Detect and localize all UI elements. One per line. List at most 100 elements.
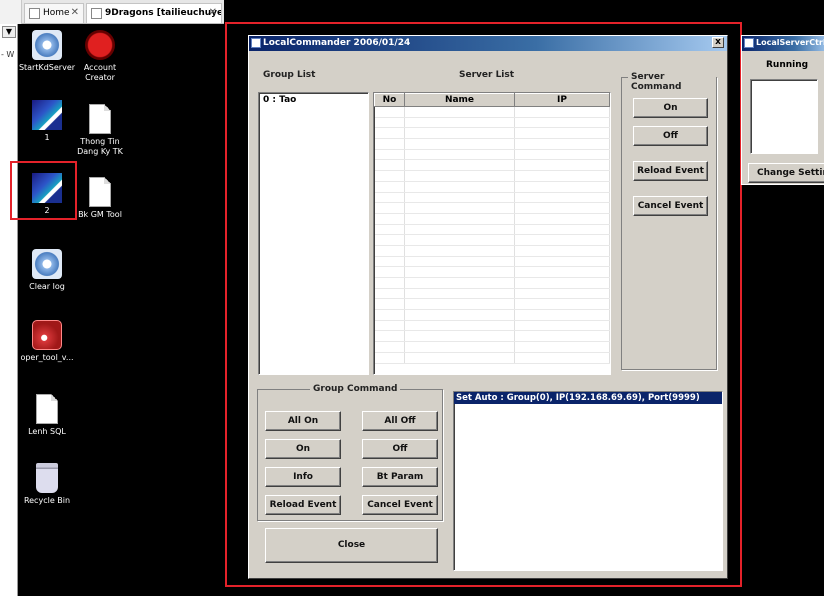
table-cell xyxy=(404,320,515,332)
table-row[interactable] xyxy=(374,277,610,289)
table-cell xyxy=(514,234,610,246)
column-header-name[interactable]: Name xyxy=(404,93,515,107)
desktop-icon-recycle-bin[interactable]: Recycle Bin xyxy=(16,463,78,506)
server-list-table[interactable]: No Name IP xyxy=(373,92,611,375)
all-on-button[interactable]: All On xyxy=(265,411,341,431)
table-row[interactable] xyxy=(374,320,610,332)
column-header-ip[interactable]: IP xyxy=(514,93,610,107)
desktop-icon-clear-log[interactable]: Clear log xyxy=(16,249,78,292)
log-line[interactable]: Set Auto : Group(0), IP(192.168.69.69), … xyxy=(454,392,722,404)
table-row[interactable] xyxy=(374,245,610,257)
table-row[interactable] xyxy=(374,170,610,182)
tab-home[interactable]: Home ✕ xyxy=(24,3,84,23)
close-icon[interactable]: x xyxy=(712,37,724,48)
all-off-button[interactable]: All Off xyxy=(362,411,438,431)
chevron-down-icon[interactable]: ▼ xyxy=(2,26,16,38)
table-row[interactable] xyxy=(374,298,610,311)
tab-9dragons[interactable]: 9Dragons [tailieuchuyen... ✕ xyxy=(86,3,222,23)
close-icon[interactable]: ✕ xyxy=(209,7,217,18)
app-icon xyxy=(251,38,261,48)
table-row[interactable] xyxy=(374,202,610,214)
server-off-button[interactable]: Off xyxy=(633,126,708,146)
close-button[interactable]: Close xyxy=(265,528,438,563)
table-cell xyxy=(404,213,515,225)
table-cell xyxy=(514,288,610,300)
server-reload-event-button[interactable]: Reload Event xyxy=(633,161,708,181)
table-cell xyxy=(514,127,610,140)
table-row[interactable] xyxy=(374,149,610,161)
table-cell xyxy=(404,181,515,193)
desktop-icon-lenh-sql[interactable]: Lenh SQL xyxy=(16,394,78,437)
table-cell xyxy=(514,181,610,193)
table-cell xyxy=(404,298,515,311)
table-cell xyxy=(374,159,405,172)
icon-highlight-box xyxy=(10,161,77,220)
table-cell xyxy=(374,181,405,193)
column-header-no[interactable]: No xyxy=(374,93,405,107)
table-cell xyxy=(374,127,405,140)
list-item[interactable]: 0 : Tao xyxy=(259,93,368,107)
server-cancel-event-button[interactable]: Cancel Event xyxy=(633,196,708,216)
table-cell xyxy=(404,117,515,129)
table-row[interactable] xyxy=(374,181,610,193)
group-list-label: Group List xyxy=(263,70,316,80)
document-icon xyxy=(89,177,111,207)
table-cell xyxy=(514,352,610,364)
table-cell xyxy=(404,309,515,321)
info-button[interactable]: Info xyxy=(265,467,341,487)
table-cell xyxy=(374,256,405,268)
desktop-icon-thong-tin[interactable]: Thong Tin Dang Ky TK xyxy=(69,104,131,157)
desktop-icon-oper-tool[interactable]: oper_tool_v... xyxy=(16,320,78,363)
table-row[interactable] xyxy=(374,138,610,150)
desktop-icon-account-creator[interactable]: Account Creator xyxy=(69,30,131,83)
running-list[interactable] xyxy=(750,79,818,154)
table-cell xyxy=(374,309,405,321)
table-row[interactable] xyxy=(374,288,610,300)
log-output[interactable]: Set Auto : Group(0), IP(192.168.69.69), … xyxy=(453,391,723,571)
server-command-title: Server Command xyxy=(628,72,716,92)
table-row[interactable] xyxy=(374,256,610,268)
table-row[interactable] xyxy=(374,127,610,140)
table-row[interactable] xyxy=(374,106,610,118)
gear-icon xyxy=(32,249,62,279)
document-icon xyxy=(89,104,111,134)
table-cell xyxy=(374,234,405,246)
table-row[interactable] xyxy=(374,224,610,236)
table-row[interactable] xyxy=(374,352,610,364)
change-setting-button[interactable]: Change Setting xyxy=(748,163,824,183)
group-off-button[interactable]: Off xyxy=(362,439,438,459)
table-cell xyxy=(514,213,610,225)
table-cell xyxy=(374,245,405,257)
tab-9dragons-label: 9Dragons [tailieuchuyen... xyxy=(105,8,221,18)
table-row[interactable] xyxy=(374,266,610,278)
window-titlebar[interactable]: LocalServerCtrl 2 xyxy=(742,36,824,51)
recycle-bin-icon xyxy=(36,463,58,493)
table-row[interactable] xyxy=(374,117,610,129)
table-row[interactable] xyxy=(374,213,610,225)
table-row[interactable] xyxy=(374,309,610,321)
bt-param-button[interactable]: Bt Param xyxy=(362,467,438,487)
table-cell xyxy=(374,117,405,129)
desktop-icon-bk-gm-tool[interactable]: Bk GM Tool xyxy=(69,177,131,220)
server-on-button[interactable]: On xyxy=(633,98,708,118)
table-cell xyxy=(374,277,405,289)
table-row[interactable] xyxy=(374,330,610,343)
table-cell xyxy=(374,149,405,161)
group-cancel-event-button[interactable]: Cancel Event xyxy=(362,495,438,515)
desktop-icon-label: oper_tool_v... xyxy=(20,353,74,362)
table-cell xyxy=(374,352,405,364)
group-reload-event-button[interactable]: Reload Event xyxy=(265,495,341,515)
desktop-icon-label: Thong Tin Dang Ky TK xyxy=(77,137,123,156)
table-row[interactable] xyxy=(374,159,610,172)
table-row[interactable] xyxy=(374,192,610,204)
table-row[interactable] xyxy=(374,234,610,246)
group-on-button[interactable]: On xyxy=(265,439,341,459)
table-cell xyxy=(404,266,515,278)
table-row[interactable] xyxy=(374,341,610,353)
close-icon[interactable]: ✕ xyxy=(71,7,79,18)
group-list[interactable]: 0 : Tao xyxy=(258,92,369,375)
table-cell xyxy=(514,170,610,182)
window-titlebar[interactable]: LocalCommander 2006/01/24 x xyxy=(249,36,727,51)
table-cell xyxy=(404,149,515,161)
table-cell xyxy=(404,138,515,150)
